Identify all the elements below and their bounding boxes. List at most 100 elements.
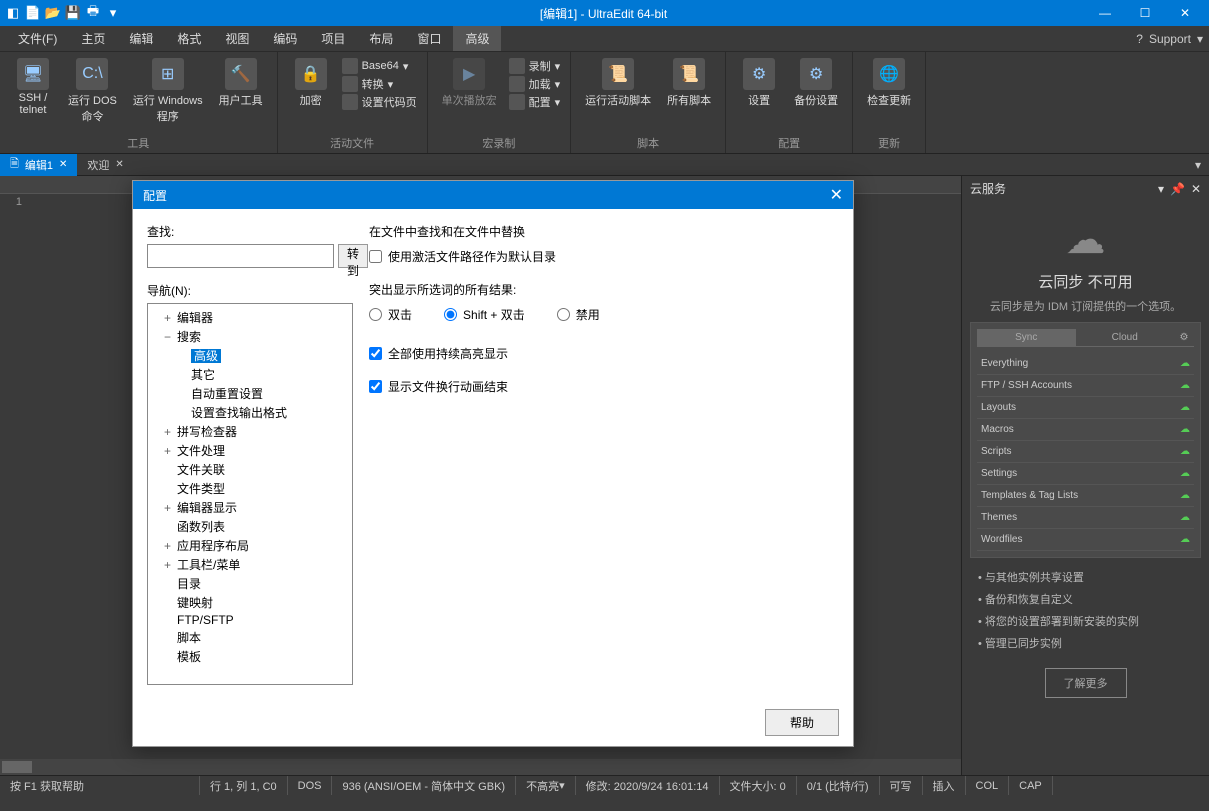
menu-home[interactable]: 主页 xyxy=(69,26,117,51)
print-icon[interactable]: 🖶 xyxy=(84,4,102,22)
windows-prog-button[interactable]: ⊞运行 Windows 程序 xyxy=(127,56,209,126)
tree-node[interactable]: 设置查找输出格式 xyxy=(150,403,350,422)
tree-node[interactable]: 键映射 xyxy=(150,593,350,612)
list-item[interactable]: FTP / SSH Accounts☁ xyxy=(977,375,1194,397)
help-button[interactable]: 帮助 xyxy=(765,709,839,736)
status-insert[interactable]: 插入 xyxy=(923,776,966,795)
find-input[interactable] xyxy=(147,244,334,268)
find-label: 查找: xyxy=(147,223,353,240)
cloud-tab[interactable]: Cloud xyxy=(1076,329,1175,346)
status-col[interactable]: COL xyxy=(966,776,1010,795)
list-item[interactable]: Everything☁ xyxy=(977,353,1194,375)
learn-more-button[interactable]: 了解更多 xyxy=(1045,668,1127,698)
new-icon[interactable]: 📄 xyxy=(24,4,42,22)
tree-node[interactable]: FTP/SFTP xyxy=(150,612,350,628)
tree-node[interactable]: 文件关联 xyxy=(150,460,350,479)
minimize-button[interactable]: ― xyxy=(1085,0,1125,26)
tree-node[interactable]: +编辑器 xyxy=(150,308,350,327)
status-encoding1[interactable]: DOS xyxy=(288,776,333,795)
maximize-button[interactable]: ☐ xyxy=(1125,0,1165,26)
menu-view[interactable]: 视图 xyxy=(213,26,261,51)
tree-node[interactable]: 其它 xyxy=(150,365,350,384)
tabs-dropdown-icon[interactable]: ▾ xyxy=(1195,158,1209,172)
menu-advanced[interactable]: 高级 xyxy=(453,26,501,51)
load-button[interactable]: 加载 ▾ xyxy=(509,76,561,92)
tree-node[interactable]: 高级 xyxy=(150,346,350,365)
tree-node[interactable]: −搜索 xyxy=(150,327,350,346)
status-rw[interactable]: 可写 xyxy=(880,776,923,795)
play-macro-button[interactable]: ▶单次播放宏 xyxy=(436,56,503,110)
help-icon[interactable]: ? xyxy=(1136,32,1143,46)
convert-button[interactable]: 转换 ▾ xyxy=(342,76,417,92)
list-item[interactable]: Templates & Tag Lists☁ xyxy=(977,485,1194,507)
tree-node[interactable]: +编辑器显示 xyxy=(150,498,350,517)
list-item[interactable]: Settings☁ xyxy=(977,463,1194,485)
settings-button[interactable]: ⚙设置 xyxy=(734,56,784,110)
menu-coding[interactable]: 编码 xyxy=(261,26,309,51)
list-item[interactable]: Layouts☁ xyxy=(977,397,1194,419)
status-position: 行 1, 列 1, C0 xyxy=(200,776,288,795)
pin-icon[interactable]: 📌 xyxy=(1170,182,1185,196)
cloud-panel: 云服务 ▾ 📌 ✕ ☁ 云同步 不可用 云同步是为 IDM 订阅提供的一个选项。… xyxy=(961,176,1209,775)
close-icon[interactable]: ✕ xyxy=(830,185,843,205)
user-tools-button[interactable]: 🔨用户工具 xyxy=(213,56,269,110)
horizontal-scrollbar[interactable] xyxy=(0,759,961,775)
qat-dropdown-icon[interactable]: ▾ xyxy=(104,4,122,22)
status-encoding2[interactable]: 936 (ANSI/OEM - 简体中文 GBK) xyxy=(332,776,516,795)
dropdown-icon[interactable]: ▾ xyxy=(1197,32,1203,46)
tree-node[interactable]: 目录 xyxy=(150,574,350,593)
radio-disable[interactable]: 禁用 xyxy=(557,306,600,323)
goto-button[interactable]: 转到 xyxy=(338,244,368,268)
close-icon[interactable]: ✕ xyxy=(115,159,123,170)
cb-use-active-path[interactable]: 使用激活文件路径作为默认目录 xyxy=(369,248,839,265)
config-dialog: 配置 ✕ 查找: 转到 导航(N): +编辑器−搜索高级其它自动重置设置设置查找… xyxy=(132,180,854,747)
tree-node[interactable]: +拼写检查器 xyxy=(150,422,350,441)
tab-welcome[interactable]: 欢迎 ✕ xyxy=(77,154,133,176)
tree-node[interactable]: +工具栏/菜单 xyxy=(150,555,350,574)
gear-icon[interactable]: ⚙ xyxy=(1174,329,1194,346)
ssh-telnet-button[interactable]: 🖥SSH / telnet xyxy=(8,56,58,118)
run-script-button[interactable]: 📜运行活动脚本 xyxy=(579,56,657,110)
menu-edit[interactable]: 编辑 xyxy=(117,26,165,51)
menu-format[interactable]: 格式 xyxy=(165,26,213,51)
list-item[interactable]: Wordfiles☁ xyxy=(977,529,1194,551)
tree-node[interactable]: 脚本 xyxy=(150,628,350,647)
check-update-button[interactable]: 🌐检查更新 xyxy=(861,56,917,110)
menu-layout[interactable]: 布局 xyxy=(357,26,405,51)
status-highlight[interactable]: 不高亮 ▾ xyxy=(516,776,576,795)
menu-window[interactable]: 窗口 xyxy=(405,26,453,51)
sync-tab[interactable]: Sync xyxy=(977,329,1076,346)
record-button[interactable]: 录制 ▾ xyxy=(509,58,561,74)
cb-show-wrap-anim[interactable]: 显示文件换行动画结束 xyxy=(369,378,839,395)
radio-dblclick[interactable]: 双击 xyxy=(369,306,412,323)
radio-shift-dblclick[interactable]: Shift + 双击 xyxy=(444,306,525,323)
save-icon[interactable]: 💾 xyxy=(64,4,82,22)
close-button[interactable]: ✕ xyxy=(1165,0,1205,26)
all-scripts-button[interactable]: 📜所有脚本 xyxy=(661,56,717,110)
tree-node[interactable]: +应用程序布局 xyxy=(150,536,350,555)
list-item[interactable]: Scripts☁ xyxy=(977,441,1194,463)
nav-tree[interactable]: +编辑器−搜索高级其它自动重置设置设置查找输出格式+拼写检查器+文件处理文件关联… xyxy=(147,303,353,685)
support-link[interactable]: Support xyxy=(1149,32,1191,46)
tree-node[interactable]: 文件类型 xyxy=(150,479,350,498)
menu-file[interactable]: 文件(F) xyxy=(6,26,69,51)
open-icon[interactable]: 📂 xyxy=(44,4,62,22)
list-item[interactable]: Themes☁ xyxy=(977,507,1194,529)
close-icon[interactable]: ✕ xyxy=(59,159,67,170)
tree-node[interactable]: 自动重置设置 xyxy=(150,384,350,403)
dos-cmd-button[interactable]: C:\运行 DOS 命令 xyxy=(62,56,123,126)
panel-dropdown-icon[interactable]: ▾ xyxy=(1158,182,1164,196)
backup-settings-button[interactable]: ⚙备份设置 xyxy=(788,56,844,110)
cb-persistent-highlight[interactable]: 全部使用持续高亮显示 xyxy=(369,345,839,362)
tree-node[interactable]: 函数列表 xyxy=(150,517,350,536)
encrypt-button[interactable]: 🔒加密 xyxy=(286,56,336,110)
tab-edit1[interactable]: 🗎 编辑1 ✕ xyxy=(0,154,77,176)
config-button[interactable]: 配置 ▾ xyxy=(509,94,561,110)
close-icon[interactable]: ✕ xyxy=(1191,182,1201,196)
codepage-button[interactable]: 设置代码页 xyxy=(342,94,417,110)
tree-node[interactable]: +文件处理 xyxy=(150,441,350,460)
list-item[interactable]: Macros☁ xyxy=(977,419,1194,441)
base64-button[interactable]: Base64 ▾ xyxy=(342,58,417,74)
tree-node[interactable]: 模板 xyxy=(150,647,350,666)
menu-project[interactable]: 项目 xyxy=(309,26,357,51)
